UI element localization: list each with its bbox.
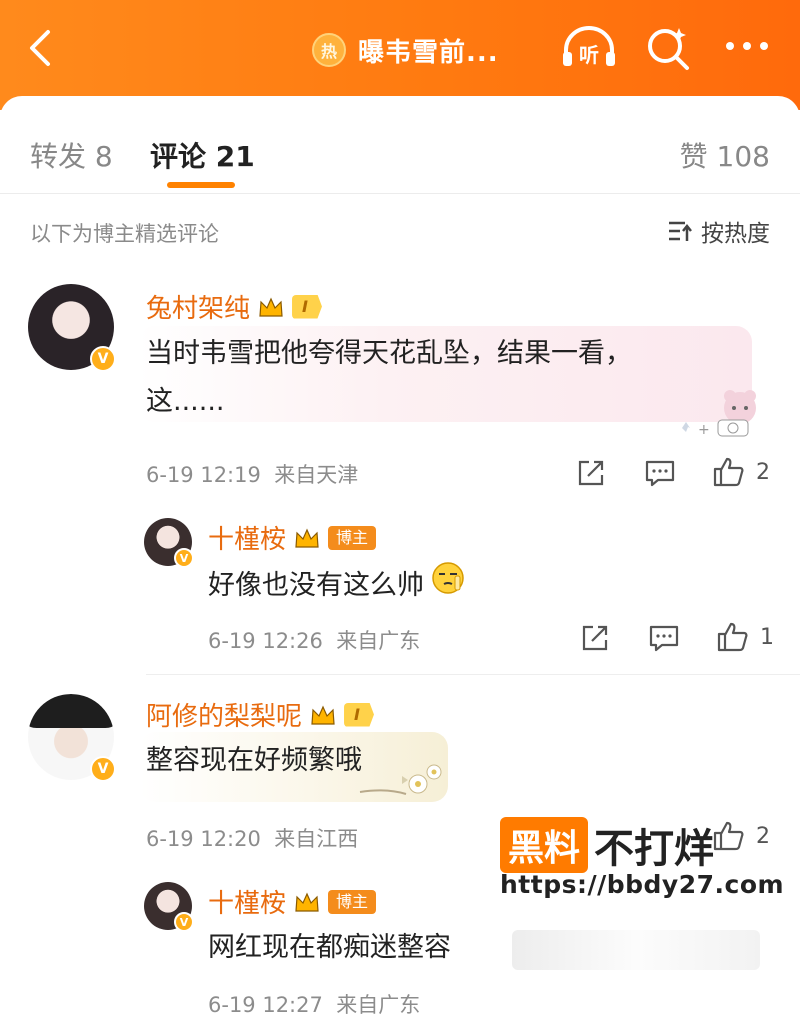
thumb-up-icon (713, 457, 744, 487)
comment-meta: 6-19 12:20 来自江西 (146, 823, 358, 853)
bubble-sticker-icon: + (678, 388, 764, 444)
reply-username[interactable]: 十槿桉 博主 (208, 883, 377, 920)
reply-text: 网红现在都痴迷整容 (208, 932, 451, 963)
reply-meta: 6-19 12:26 来自广东 (208, 625, 420, 655)
comment-meta: 6-19 12:19 来自天津 (146, 459, 358, 489)
comment-location: 来自天津 (274, 463, 359, 487)
comment-location: 来自广东 (336, 629, 421, 653)
reply-text-content: 好像也没有这么帅 (208, 570, 424, 601)
like-count: 1 (760, 624, 774, 650)
listen-label: 听 (579, 43, 599, 67)
comment-text: 当时韦雪把他夸得天花乱坠，结果一看， 这...... (146, 330, 706, 426)
avatar[interactable]: V (28, 694, 116, 782)
crown-icon (294, 525, 320, 551)
comment-time: 6-19 12:20 (146, 827, 261, 851)
thumb-up-icon (713, 821, 744, 851)
like-button[interactable]: 1 (716, 621, 774, 653)
watermark: 黑料 不打烊 (500, 816, 714, 874)
watermark-text: 不打烊 (594, 826, 715, 872)
author-badge: 博主 (328, 525, 377, 550)
reply-meta: 6-19 12:27 来自广东 (208, 989, 420, 1019)
page-title: 曝韦雪前... (358, 37, 499, 68)
reply-username[interactable]: 十槿桉 博主 (208, 519, 377, 556)
share-icon[interactable] (580, 623, 610, 653)
username-text: 十槿桉 (208, 889, 287, 919)
reply-avatar[interactable]: V (144, 518, 194, 568)
reply-icon[interactable] (648, 623, 680, 653)
tab-comments[interactable]: 评论 21 (150, 135, 255, 175)
username-text: 十槿桉 (208, 525, 287, 555)
verified-icon: V (90, 756, 116, 782)
like-button[interactable]: 2 (712, 820, 770, 852)
sort-label: 按热度 (701, 221, 770, 247)
blurred-text-overlay (512, 930, 760, 970)
top-bar: 热 曝韦雪前... 听 (0, 0, 800, 110)
watermark-brand: 黑料 (500, 817, 589, 873)
level-badge: I (344, 702, 374, 727)
tab-reposts[interactable]: 转发 8 (30, 135, 113, 175)
title-area[interactable]: 热 曝韦雪前... (312, 30, 499, 70)
comment-location: 来自江西 (274, 827, 359, 851)
username-text: 阿修的梨梨呢 (146, 702, 303, 732)
tab-likes[interactable]: 赞 108 (680, 135, 770, 175)
comment-text: 整容现在好频繁哦 (146, 745, 362, 776)
verified-icon: V (174, 548, 194, 568)
comment-time: 6-19 12:27 (208, 993, 323, 1017)
reply-icon[interactable] (644, 458, 676, 488)
comment-username[interactable]: 兔村架纯 I (146, 288, 322, 325)
crown-icon (294, 889, 320, 915)
comment-time: 6-19 12:26 (208, 629, 323, 653)
comment-text-line: 当时韦雪把他夸得天花乱坠，结果一看， (146, 338, 632, 369)
like-count: 2 (756, 459, 770, 485)
search-icon[interactable] (643, 24, 693, 78)
comment-time: 6-19 12:19 (146, 463, 261, 487)
sort-button[interactable]: 按热度 (667, 214, 770, 248)
listen-icon[interactable]: 听 (560, 24, 618, 76)
comment-divider (146, 674, 800, 675)
crown-icon (258, 294, 284, 320)
crown-icon (310, 702, 336, 728)
verified-icon: V (90, 346, 116, 372)
share-icon[interactable] (576, 458, 606, 488)
verified-icon: V (174, 912, 194, 932)
comment-username[interactable]: 阿修的梨梨呢 I (146, 696, 374, 733)
reply-avatar[interactable]: V (144, 882, 194, 932)
more-icon[interactable] (722, 36, 772, 60)
like-button[interactable]: 2 (712, 456, 770, 488)
avatar[interactable]: V (28, 284, 116, 372)
level-badge: I (292, 294, 322, 319)
username-text: 兔村架纯 (146, 294, 251, 324)
featured-comments-label: 以下为博主精选评论 (30, 222, 219, 246)
comment-location: 来自广东 (336, 993, 421, 1017)
svg-text:+: + (698, 422, 710, 438)
back-icon[interactable] (22, 26, 62, 70)
watermark-url: https://bbdy27.com (500, 870, 785, 899)
like-count: 2 (756, 823, 770, 849)
reply-text: 好像也没有这么帅 (208, 560, 466, 612)
author-badge: 博主 (328, 889, 377, 914)
sort-icon (669, 221, 692, 241)
comment-text-line: 这...... (146, 386, 225, 417)
tabs-divider (0, 193, 800, 194)
active-tab-indicator (167, 182, 235, 188)
emoji-icon (430, 560, 466, 612)
hot-badge: 热 (312, 33, 346, 67)
bubble-flower-icon (356, 758, 446, 806)
thumb-up-icon (717, 622, 748, 652)
